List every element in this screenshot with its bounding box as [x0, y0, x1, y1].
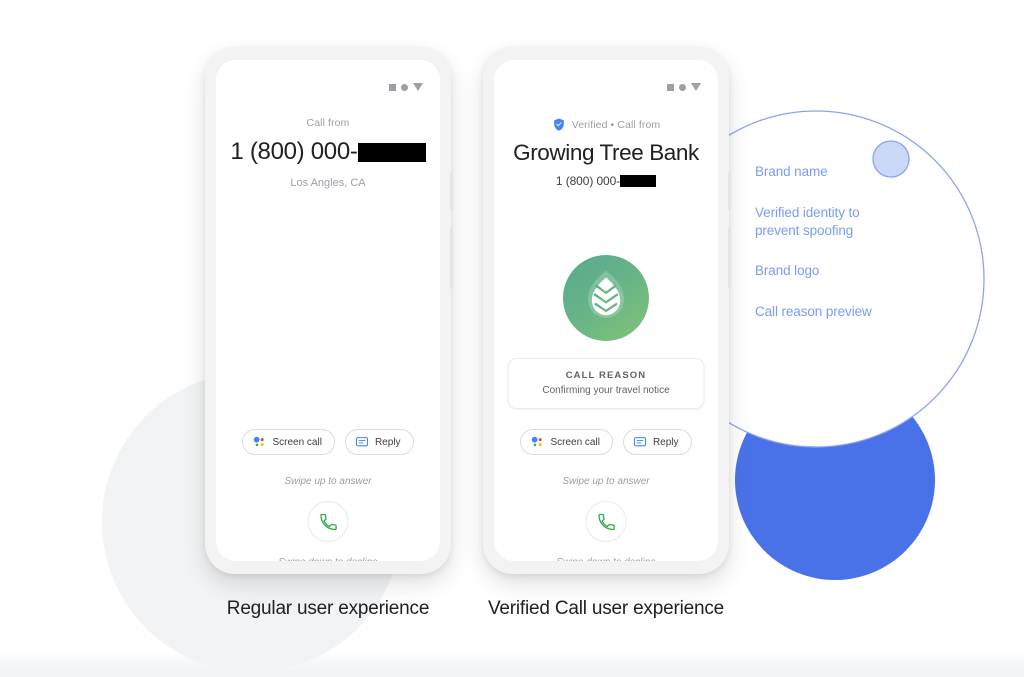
caption-regular: Regular user experience — [226, 598, 430, 619]
caller-number: 1 (800) 000- — [494, 174, 718, 188]
annotation-brand-name: Brand name — [755, 164, 828, 179]
call-from-row: Call from — [216, 117, 440, 129]
screen-call-button[interactable]: Screen call — [520, 429, 613, 455]
redaction-bar — [357, 142, 426, 162]
redaction-bar — [620, 175, 657, 188]
power-button[interactable] — [450, 172, 453, 210]
swipe-up-hint: Swipe up to answer — [284, 476, 372, 487]
call-reason-card: CALL REASON Confirming your travel notic… — [507, 358, 705, 409]
screen-call-button[interactable]: Screen call — [242, 429, 335, 455]
verified-call-from-row: Verified • Call from — [494, 117, 718, 132]
circle-icon — [401, 83, 408, 91]
bottom-gradient-band — [0, 651, 1024, 677]
caption-verified: Verified Call user experience — [487, 598, 725, 619]
caller-number: 1 (800) 000- — [216, 138, 440, 166]
annotation-verified-identity: Verified identity to prevent spoofing — [755, 205, 860, 238]
assistant-dots-icon — [532, 436, 543, 447]
callout-ring-decoration — [647, 110, 985, 448]
green-leaf-logo — [563, 255, 649, 341]
call-reason-text: Confirming your travel notice — [542, 385, 670, 396]
power-button[interactable] — [728, 172, 731, 210]
annotation-call-reason: Call reason preview — [755, 304, 872, 319]
triangle-down-icon — [413, 83, 423, 91]
shield-check-icon — [553, 118, 564, 131]
call-actions-row: Screen call Reply — [494, 429, 718, 455]
status-bar — [667, 83, 701, 91]
status-bar — [389, 83, 423, 91]
call-from-label: Call from — [306, 117, 350, 129]
caller-location: Los Angles, CA — [290, 177, 366, 189]
message-icon — [355, 437, 369, 447]
reply-label: Reply — [374, 436, 401, 448]
phone-handset-icon — [597, 513, 615, 530]
verified-call-from-label: Verified • Call from — [571, 118, 661, 131]
square-icon — [389, 83, 396, 91]
reply-button[interactable]: Reply — [622, 429, 692, 455]
call-reason-title: CALL REASON — [565, 370, 647, 381]
message-icon — [633, 437, 647, 447]
screen-call-label: Screen call — [550, 436, 600, 448]
swipe-down-hint: Swipe down to decline — [494, 557, 718, 561]
phone-mockup-regular: Call from 1 (800) 000- Los Angles, CA Sc… — [205, 47, 453, 574]
phone-handset-icon — [319, 513, 337, 530]
reply-button[interactable]: Reply — [344, 429, 414, 455]
screen-call-label: Screen call — [272, 436, 322, 448]
answer-call-button[interactable] — [307, 501, 349, 542]
circle-icon — [679, 83, 686, 91]
brand-name: Growing Tree Bank — [513, 140, 699, 165]
triangle-down-icon — [691, 83, 701, 91]
phone-screen-regular: Call from 1 (800) 000- Los Angles, CA Sc… — [216, 60, 440, 561]
phone-mockup-verified: Verified • Call from Growing Tree Bank 1… — [483, 47, 731, 574]
assistant-dots-icon — [254, 436, 265, 447]
annotation-brand-logo: Brand logo — [755, 263, 820, 278]
volume-button[interactable] — [728, 227, 731, 289]
reply-label: Reply — [652, 436, 679, 448]
call-actions-row: Screen call Reply — [216, 429, 440, 455]
answer-call-button[interactable] — [585, 501, 627, 542]
square-icon — [667, 83, 674, 91]
incoming-call-header: Call from 1 (800) 000- Los Angles, CA — [216, 117, 440, 189]
phone-screen-verified: Verified • Call from Growing Tree Bank 1… — [494, 60, 718, 561]
swipe-up-hint: Swipe up to answer — [562, 476, 650, 487]
incoming-call-header: Verified • Call from Growing Tree Bank 1… — [494, 117, 718, 189]
swipe-down-hint: Swipe down to decline — [216, 557, 440, 561]
volume-button[interactable] — [450, 227, 453, 289]
